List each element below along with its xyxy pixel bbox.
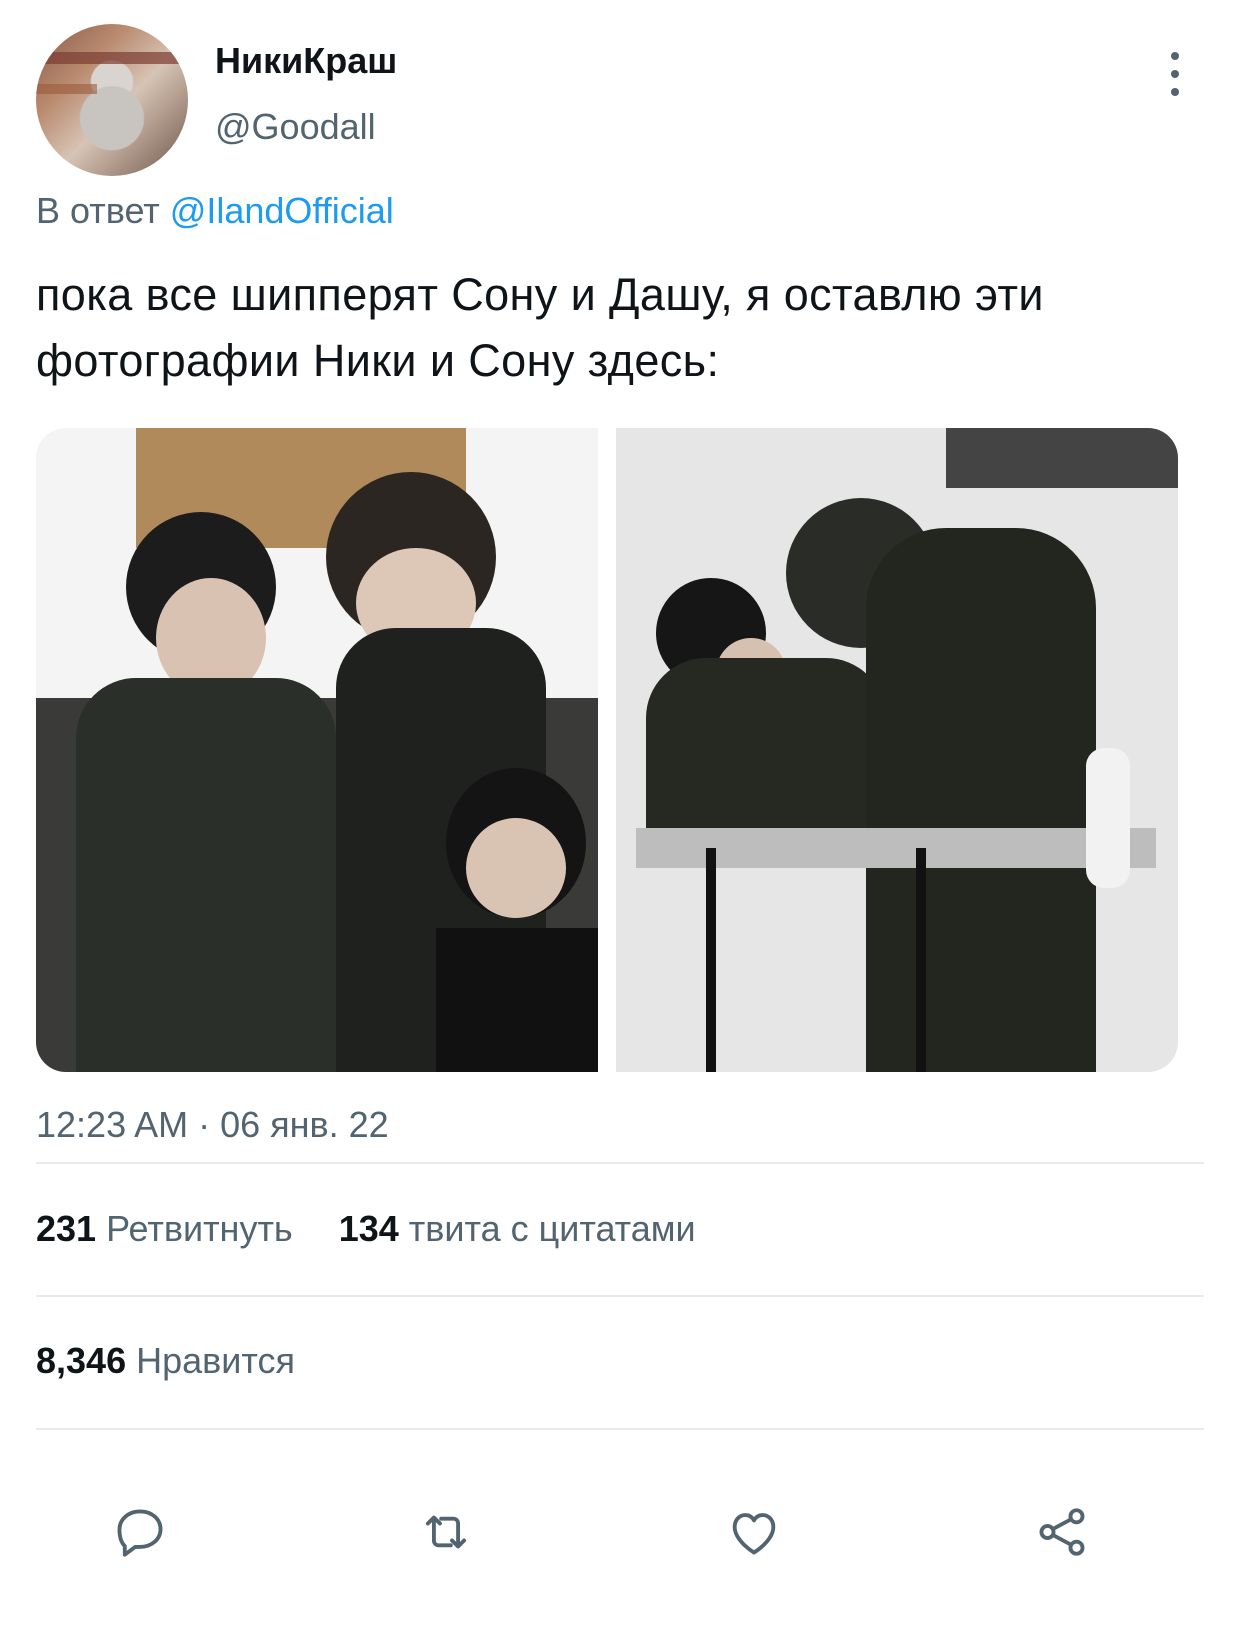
retweets-count: 231 bbox=[36, 1208, 97, 1249]
engagement-stats: 231 Ретвитнуть 134 твита с цитатами bbox=[36, 1208, 732, 1250]
retweets-stat[interactable]: 231 Ретвитнуть bbox=[36, 1208, 303, 1249]
display-name[interactable]: НикиКраш bbox=[215, 40, 397, 82]
retweets-label: Ретвитнуть bbox=[106, 1208, 293, 1249]
user-handle[interactable]: @Goodall bbox=[215, 106, 376, 148]
reply-button[interactable] bbox=[108, 1500, 172, 1564]
quotes-stat[interactable]: 134 твита с цитатами bbox=[339, 1208, 696, 1249]
share-button[interactable] bbox=[1030, 1500, 1094, 1564]
likes-count: 8,346 bbox=[36, 1340, 127, 1381]
action-bar bbox=[0, 1500, 1242, 1564]
more-options-icon[interactable] bbox=[1160, 52, 1190, 96]
like-button[interactable] bbox=[722, 1500, 786, 1564]
heart-icon bbox=[732, 1513, 776, 1555]
share-icon bbox=[1039, 1508, 1085, 1556]
divider bbox=[36, 1295, 1204, 1297]
retweet-icon bbox=[425, 1515, 467, 1549]
likes-stat[interactable]: 8,346 Нравится bbox=[36, 1340, 295, 1382]
likes-label: Нравится bbox=[136, 1340, 295, 1381]
reply-context: В ответ @IlandOfficial bbox=[36, 190, 394, 232]
avatar[interactable] bbox=[36, 24, 188, 176]
quotes-count: 134 bbox=[338, 1208, 399, 1249]
divider bbox=[36, 1162, 1204, 1164]
reply-to-link[interactable]: @IlandOfficial bbox=[170, 190, 394, 231]
tweet-photo-1[interactable] bbox=[36, 428, 598, 1072]
tweet-photo-2[interactable] bbox=[616, 428, 1178, 1072]
tweet-timestamp[interactable]: 12:23 AM · 06 янв. 22 bbox=[36, 1104, 389, 1146]
divider bbox=[36, 1428, 1204, 1430]
quotes-label: твита с цитатами bbox=[408, 1208, 696, 1249]
tweet-text: пока все шипперят Сону и Дашу, я оставлю… bbox=[36, 269, 1044, 386]
retweet-button[interactable] bbox=[414, 1500, 478, 1564]
reply-prefix: В ответ bbox=[36, 190, 160, 231]
reply-icon bbox=[117, 1509, 163, 1557]
